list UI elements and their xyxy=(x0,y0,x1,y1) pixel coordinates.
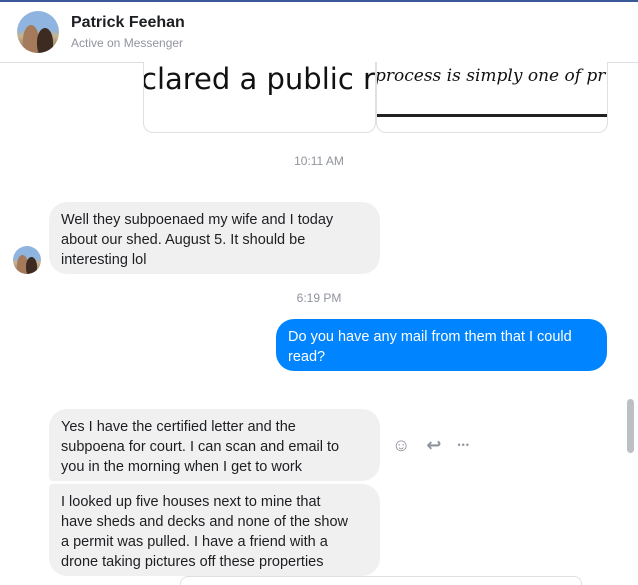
contact-status: Active on Messenger xyxy=(71,36,184,50)
incoming-message[interactable]: Yes I have the certified letter and the … xyxy=(49,409,380,481)
reply-icon[interactable]: ↩ xyxy=(426,436,441,454)
message-line: have sheds and decks and none of the sho… xyxy=(61,514,348,530)
preview-text: clared a public r xyxy=(143,62,375,96)
message-line: drone taking pictures off these properti… xyxy=(61,554,324,570)
scrollbar-thumb[interactable] xyxy=(627,399,634,453)
preview-text: process is simply one of pr xyxy=(376,66,606,86)
link-preview-card[interactable]: process is simply one of pr xyxy=(376,62,608,133)
message-line: I looked up five houses next to mine tha… xyxy=(61,494,321,510)
message-line: you in the morning when I get to work xyxy=(61,459,302,475)
preview-divider xyxy=(377,114,607,117)
more-icon[interactable]: ••• xyxy=(457,437,469,453)
message-line: interesting lol xyxy=(61,252,147,268)
link-preview-card[interactable]: clared a public r xyxy=(143,62,376,133)
incoming-message[interactable]: Well they subpoenaed my wife and I today… xyxy=(49,202,380,274)
message-line: Well they subpoenaed my wife and I today xyxy=(61,212,334,228)
message-line: about our shed. August 5. It should be xyxy=(61,232,306,248)
message-line: read? xyxy=(288,349,326,365)
outgoing-message[interactable]: Do you have any mail from them that I co… xyxy=(276,319,607,371)
sender-avatar[interactable] xyxy=(13,246,41,274)
contact-name[interactable]: Patrick Feehan xyxy=(71,14,185,32)
conversation-header: Patrick Feehan Active on Messenger xyxy=(0,2,638,63)
message-line: Do you have any mail from them that I co… xyxy=(288,329,572,345)
message-line: Yes I have the certified letter and the xyxy=(61,419,296,435)
composer-edge xyxy=(180,576,582,585)
smiley-icon[interactable]: ☺ xyxy=(392,436,410,454)
incoming-message[interactable]: I looked up five houses next to mine tha… xyxy=(49,484,380,576)
contact-avatar[interactable] xyxy=(17,11,59,53)
message-line: subpoena for court. I can scan and email… xyxy=(61,439,340,455)
message-actions: ☺ ↩ ••• xyxy=(392,436,486,454)
timestamp: 6:19 PM xyxy=(296,291,342,305)
message-line: a permit was pulled. I have a friend wit… xyxy=(61,534,328,550)
timestamp: 10:11 AM xyxy=(294,154,344,168)
